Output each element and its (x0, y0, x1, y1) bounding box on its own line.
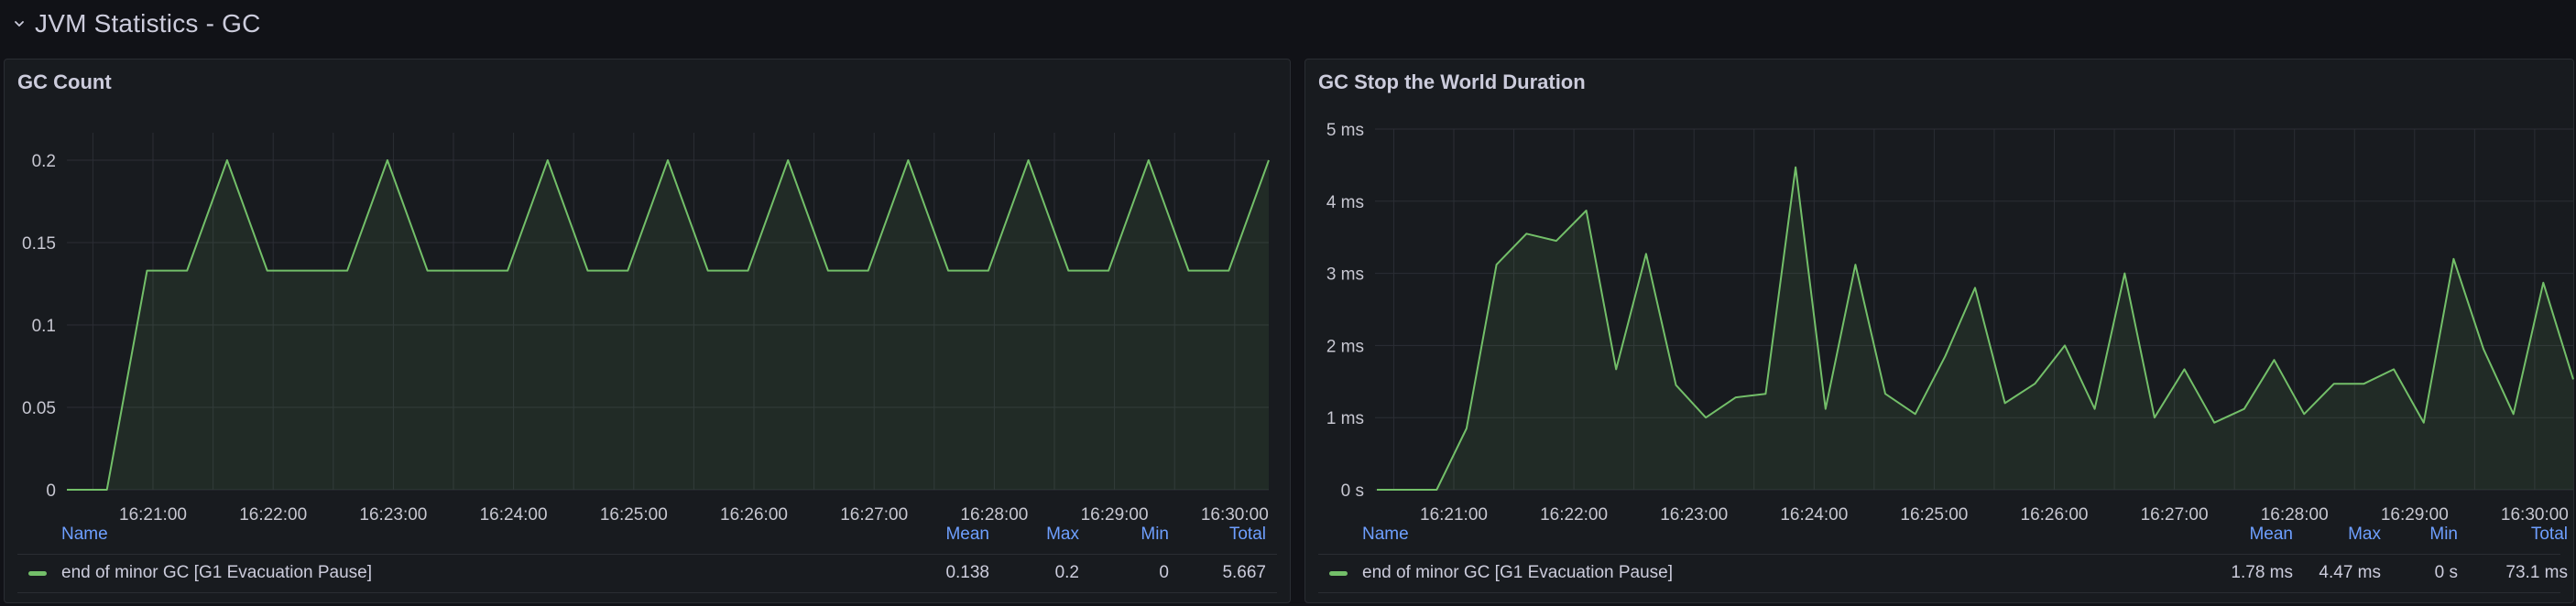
gc-stw-duration-chart: 0 s 1 ms 2 ms 3 ms 4 ms 5 ms 16:21:00 16:22:00 1… (1326, 121, 2574, 521)
y-tick-label: 4 ms (1326, 193, 1364, 212)
x-tick-label: 16:21:00 (119, 505, 187, 521)
y-tick-label: 1 ms (1326, 409, 1364, 428)
x-tick-label: 16:23:00 (1660, 505, 1728, 521)
x-tick-label: 16:25:00 (1900, 505, 1968, 521)
row-title: JVM Statistics - GC (35, 9, 261, 38)
y-tick-label: 3 ms (1326, 265, 1364, 285)
x-tick-label: 16:28:00 (960, 505, 1028, 521)
series-color-swatch[interactable] (1329, 571, 1348, 576)
legend-header-total[interactable]: Total (1229, 521, 1266, 548)
legend-row[interactable]: end of minor GC [G1 Evacuation Pause] 0.… (5, 555, 1290, 591)
legend-row[interactable]: end of minor GC [G1 Evacuation Pause] 1.… (1305, 555, 2573, 591)
panel-gc-count[interactable]: GC Count 0 0.05 0.1 0.15 0.2 16:21:00 16:22:00… (4, 59, 1291, 603)
y-tick-label: 0.15 (22, 234, 56, 254)
x-tick-label: 16:25:00 (600, 505, 668, 521)
legend-mean-value: 1.78 ms (2231, 563, 2293, 582)
legend-header-total[interactable]: Total (2531, 521, 2568, 548)
panel-gc-stw-duration[interactable]: GC Stop the World Duration 0 s1 ms 2 ms 3 … (1304, 59, 2574, 603)
y-tick-label: 5 ms (1326, 121, 1364, 140)
x-tick-label: 16:24:00 (1780, 505, 1848, 521)
x-tick-label: 16:23:00 (359, 505, 427, 521)
legend-header-mean[interactable]: Mean (945, 521, 989, 548)
chevron-down-icon (13, 17, 26, 30)
x-tick-label: 16:29:00 (1081, 505, 1149, 521)
legend-header-min[interactable]: Min (1141, 521, 1169, 548)
x-tick-label: 16:29:00 (2381, 505, 2449, 521)
series-area-fill (1377, 167, 2573, 491)
x-tick-label: 16:24:00 (480, 505, 548, 521)
legend-min-value: 0 s (2434, 563, 2458, 582)
legend-series-name[interactable]: end of minor GC [G1 Evacuation Pause] (1362, 555, 1673, 591)
legend-bottom-divider (1318, 592, 2560, 593)
y-tick-label: 2 ms (1326, 337, 1364, 356)
series-area-fill (67, 160, 1269, 490)
x-tick-label: 16:26:00 (2021, 505, 2089, 521)
y-tick-label: 0 s (1341, 482, 1364, 501)
x-tick-label: 16:30:00 (2501, 505, 2569, 521)
legend-total-value: 5.667 (1222, 563, 1266, 582)
y-tick-label: 0.2 (32, 152, 56, 171)
x-tick-label: 16:28:00 (2261, 505, 2329, 521)
legend-mean-value: 0.138 (945, 563, 989, 582)
legend-max-value: 4.47 ms (2319, 563, 2381, 582)
legend-header-max[interactable]: Max (2348, 521, 2381, 548)
x-tick-label: 16:21:00 (1420, 505, 1488, 521)
y-tick-label: 0.05 (22, 399, 56, 418)
x-tick-label: 16:30:00 (1201, 505, 1269, 521)
legend-series-name[interactable]: end of minor GC [G1 Evacuation Pause] (61, 555, 372, 591)
legend-header-max[interactable]: Max (1046, 521, 1079, 548)
x-tick-label: 16:22:00 (239, 505, 307, 521)
x-tick-label: 16:27:00 (840, 505, 908, 521)
legend-max-value: 0.2 (1054, 563, 1079, 582)
legend-header-mean[interactable]: Mean (2249, 521, 2293, 548)
row-header-jvm-gc[interactable]: JVM Statistics - GC (13, 5, 261, 42)
x-tick-label: 16:26:00 (720, 505, 788, 521)
gc-count-chart: 0 0.05 0.1 0.15 0.2 16:21:00 16:22:00 16:23:00 1… (22, 133, 1270, 521)
legend-total-value: 73.1 ms (2505, 563, 2568, 582)
x-tick-label: 16:22:00 (1540, 505, 1608, 521)
series-color-swatch[interactable] (28, 571, 47, 576)
legend-header-min[interactable]: Min (2429, 521, 2458, 548)
x-tick-label: 16:27:00 (2141, 505, 2209, 521)
legend-header-name[interactable]: Name (61, 521, 108, 548)
y-tick-label: 0.1 (32, 317, 56, 336)
legend-bottom-divider (17, 592, 1277, 593)
y-tick-label: 0 (46, 482, 56, 501)
legend-min-value: 0 (1159, 563, 1169, 582)
legend-header-name[interactable]: Name (1362, 521, 1409, 548)
